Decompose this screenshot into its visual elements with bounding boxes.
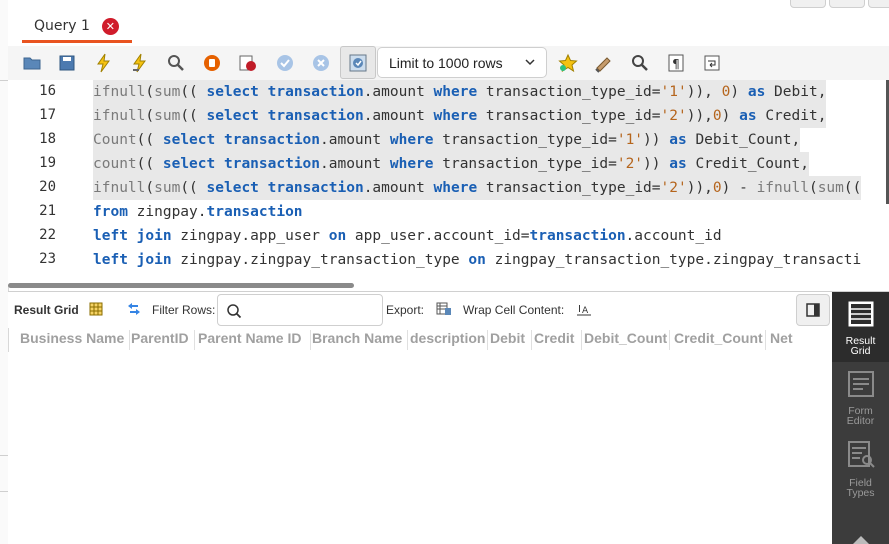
toggle-sidebar-button[interactable]: [796, 294, 830, 326]
line-number: 23: [39, 251, 56, 267]
line-number: 18: [39, 131, 56, 147]
column-separator[interactable]: [310, 330, 311, 350]
sidebar-label-line: Editor: [846, 415, 875, 427]
export-icon[interactable]: [436, 301, 452, 317]
column-separator[interactable]: [407, 330, 408, 350]
column-header[interactable]: ParentID: [131, 330, 193, 346]
sidebar-item-label: Form Editor: [832, 406, 889, 427]
close-icon[interactable]: ✕: [101, 17, 119, 35]
grid-icon[interactable]: [88, 301, 104, 317]
commit-icon[interactable]: [275, 53, 295, 73]
line-number: 21: [39, 203, 56, 219]
find-icon[interactable]: [630, 53, 650, 73]
column-header[interactable]: Branch Name: [312, 330, 406, 346]
code-line[interactable]: left join zingpay.app_user on app_user.a…: [93, 224, 722, 248]
editor-horizontal-scrollbar[interactable]: [8, 283, 354, 288]
tab-label: Query 1: [34, 18, 90, 34]
sql-toolbar: Limit to 1000 rows ¶: [8, 46, 889, 81]
code-line[interactable]: from zingpay.transaction: [93, 200, 303, 224]
chevron-up-icon[interactable]: [851, 532, 871, 544]
explain-icon[interactable]: [166, 53, 186, 73]
tab-bar: Query 1 ✕: [8, 0, 889, 46]
stop-icon[interactable]: [202, 53, 222, 73]
code-line[interactable]: ifnull(sum(( select transaction.amount w…: [93, 80, 827, 104]
left-pane-divider: [0, 491, 8, 492]
line-number-gutter: 16 17 18 19 20 21 22 23: [8, 80, 88, 285]
result-grid-icon: [848, 301, 873, 327]
export-label: Export:: [386, 303, 425, 317]
window-control-button[interactable]: [868, 0, 889, 8]
field-types-icon: [847, 441, 875, 468]
execute-current-icon[interactable]: [130, 53, 150, 73]
result-grid-label: Result Grid: [14, 303, 79, 317]
sidebar-label-line: Types: [846, 487, 875, 499]
beautify-icon[interactable]: [594, 53, 614, 73]
tab-query-1[interactable]: Query 1 ✕: [22, 9, 132, 43]
invisible-chars-icon[interactable]: ¶: [666, 53, 686, 73]
sql-editor[interactable]: 16 17 18 19 20 21 22 23 ifnull(sum(( select tra…: [8, 80, 889, 285]
left-pane-divider: [0, 455, 8, 456]
code-line[interactable]: ifnull(sum(( select transaction.amount w…: [93, 104, 827, 128]
wrap-cell-content-label: Wrap Cell Content:: [463, 303, 565, 317]
column-header[interactable]: Credit: [534, 330, 580, 346]
line-number: 17: [39, 107, 56, 123]
code-line[interactable]: Count(( select transaction.amount where …: [93, 128, 801, 152]
execute-icon[interactable]: [94, 53, 114, 73]
column-header[interactable]: Debit_Count: [584, 330, 668, 346]
column-header[interactable]: Net: [770, 330, 810, 346]
column-separator[interactable]: [581, 330, 582, 350]
search-icon: [227, 304, 242, 319]
sidebar-label-line: Grid: [850, 345, 871, 357]
sidebar-item-label: Result Grid: [832, 336, 889, 357]
limit-rows-value: Limit to 1000 rows: [389, 54, 503, 71]
line-number: 16: [39, 83, 56, 99]
save-icon[interactable]: [57, 53, 77, 73]
column-separator[interactable]: [129, 330, 130, 350]
filter-rows-input[interactable]: [217, 294, 383, 326]
autocommit-icon[interactable]: [348, 53, 368, 73]
column-separator[interactable]: [531, 330, 532, 350]
column-header[interactable]: Debit: [490, 330, 530, 346]
filter-rows-label: Filter Rows:: [152, 303, 216, 317]
open-file-icon[interactable]: [22, 53, 42, 73]
toggle-error-icon[interactable]: [238, 53, 258, 73]
sidebar-item-result-grid[interactable]: Result Grid: [832, 292, 889, 362]
result-toolbar: Result Grid Filter Rows: Export: Wrap Ce…: [8, 292, 830, 328]
rollback-icon[interactable]: [311, 53, 331, 73]
window-control-button[interactable]: [790, 0, 826, 8]
panel-toggle-icon: [806, 303, 820, 317]
code-line[interactable]: count(( select transaction.amount where …: [93, 152, 809, 176]
wrap-icon[interactable]: [702, 53, 722, 73]
column-header[interactable]: description: [410, 330, 486, 346]
line-number: 20: [39, 179, 56, 195]
filter-icon[interactable]: [126, 301, 142, 317]
code-line[interactable]: left join zingpay.zingpay_transaction_ty…: [93, 248, 861, 272]
window-control-button[interactable]: [829, 0, 865, 8]
sidebar-item-label: Field Types: [832, 478, 889, 499]
result-grid-body[interactable]: [8, 352, 830, 544]
wrap-cell-icon[interactable]: IA: [576, 301, 592, 317]
column-separator[interactable]: [669, 330, 670, 350]
active-tab-indicator: [22, 40, 132, 43]
line-number: 22: [39, 227, 56, 243]
line-number: 19: [39, 155, 56, 171]
left-pane-divider: [0, 80, 8, 81]
sidebar-item-field-types[interactable]: Field Types: [832, 438, 889, 502]
column-separator[interactable]: [194, 330, 195, 350]
column-header[interactable]: Parent Name ID: [198, 330, 309, 346]
code-line[interactable]: ifnull(sum(( select transaction.amount w…: [93, 176, 862, 200]
chevron-down-icon: [525, 59, 535, 66]
svg-text:¶: ¶: [672, 57, 680, 71]
limit-rows-select[interactable]: Limit to 1000 rows: [377, 47, 547, 78]
column-header[interactable]: Business Name: [20, 330, 128, 346]
sidebar-item-form-editor[interactable]: Form Editor: [832, 366, 889, 432]
column-header[interactable]: Credit_Count: [674, 330, 764, 346]
form-editor-icon: [847, 371, 874, 397]
bookmark-star-icon[interactable]: [558, 53, 578, 73]
result-grid-header: Business Name ParentID Parent Name ID Br…: [8, 330, 830, 350]
svg-text:I: I: [578, 304, 581, 315]
result-sidebar: Result Grid Form Editor Field Types: [832, 292, 889, 544]
column-separator[interactable]: [487, 330, 488, 350]
column-separator[interactable]: [765, 330, 766, 350]
